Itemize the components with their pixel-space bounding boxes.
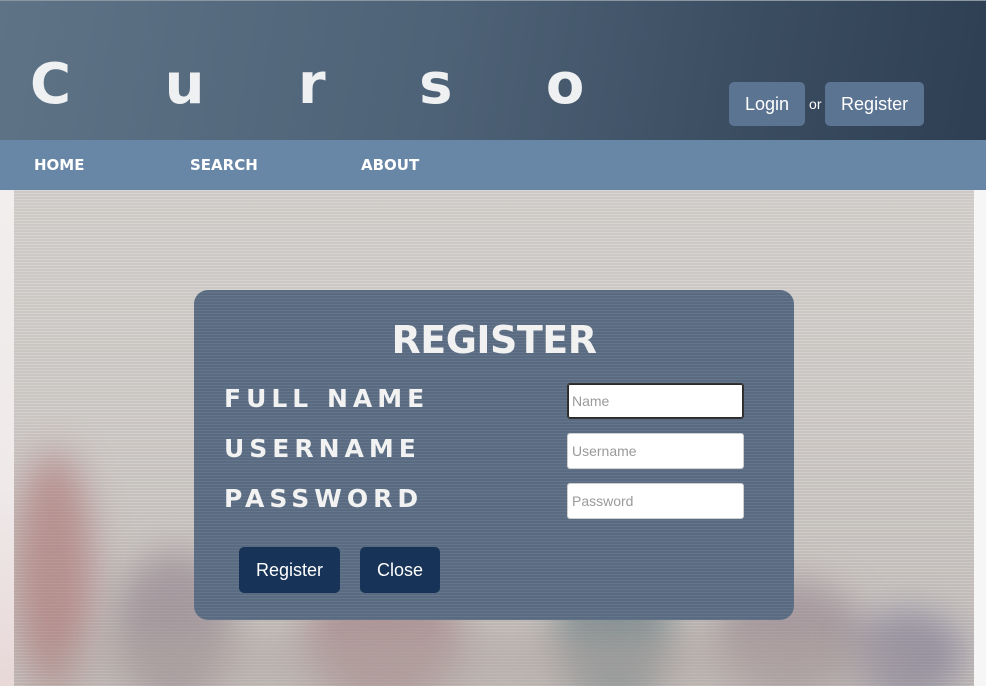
site-logo: C u r s o [30, 52, 622, 117]
modal-title: REGISTER [391, 318, 597, 362]
full-name-input[interactable] [567, 383, 744, 419]
nav-item-search[interactable]: SEARCH [190, 140, 258, 190]
full-name-label: FULL NAME [224, 384, 430, 413]
username-input[interactable] [567, 433, 744, 469]
or-separator: or [809, 96, 822, 112]
header-register-button[interactable]: Register [825, 82, 925, 126]
close-button[interactable]: Close [360, 547, 441, 593]
password-label: PASSWORD [224, 484, 424, 513]
auth-controls: Login or Register [729, 82, 925, 126]
login-button[interactable]: Login [729, 82, 806, 126]
register-submit-button[interactable]: Register [239, 547, 341, 593]
nav-item-home[interactable]: HOME [34, 140, 84, 190]
main-nav: HOME SEARCH ABOUT [0, 140, 986, 190]
nav-item-about[interactable]: ABOUT [361, 140, 419, 190]
register-modal: REGISTER FULL NAME USERNAME PASSWORD Reg… [194, 290, 794, 620]
page-margin-right [974, 190, 986, 686]
password-input[interactable] [567, 483, 744, 519]
page-margin-left [0, 190, 14, 686]
site-header: C u r s o Login or Register [0, 0, 986, 140]
username-label: USERNAME [224, 434, 421, 463]
